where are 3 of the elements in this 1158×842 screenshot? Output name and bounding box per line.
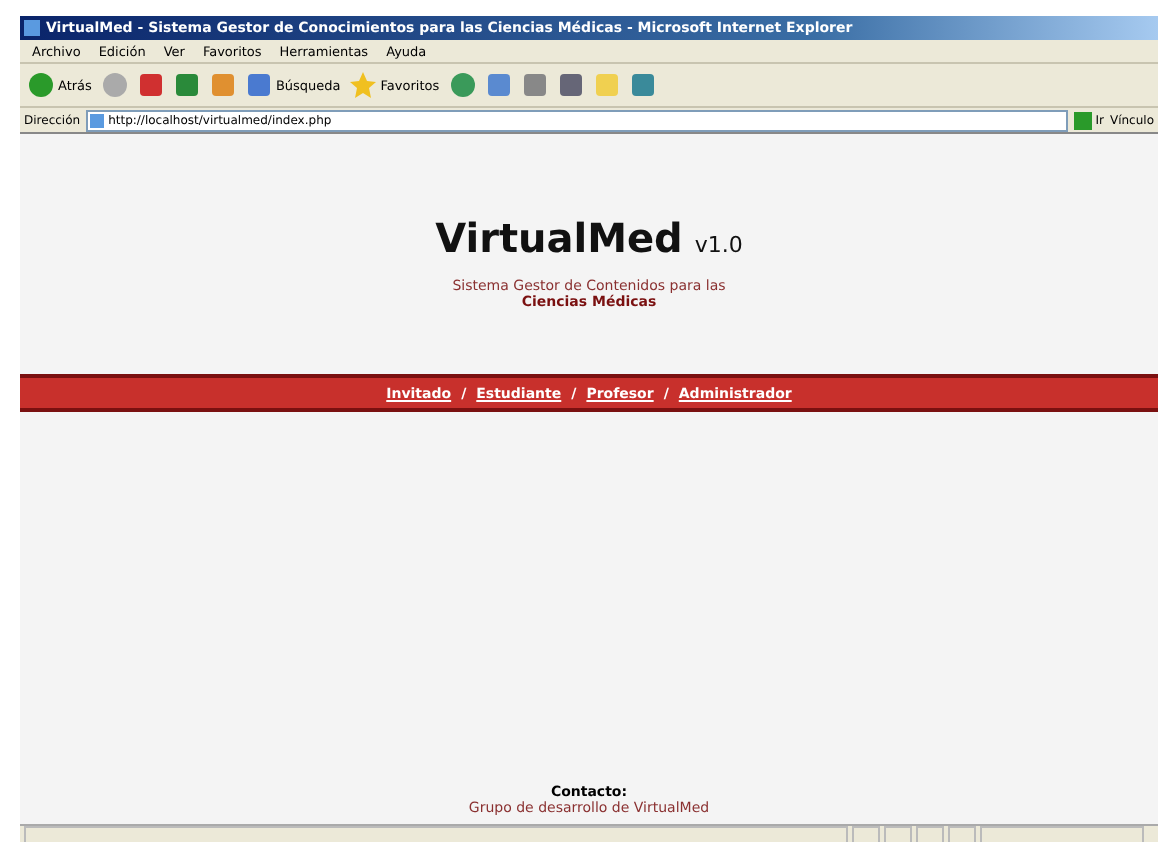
version-label: v1.0 — [694, 232, 743, 258]
favorites-icon — [350, 72, 377, 98]
site-title: VirtualMed — [435, 214, 683, 262]
